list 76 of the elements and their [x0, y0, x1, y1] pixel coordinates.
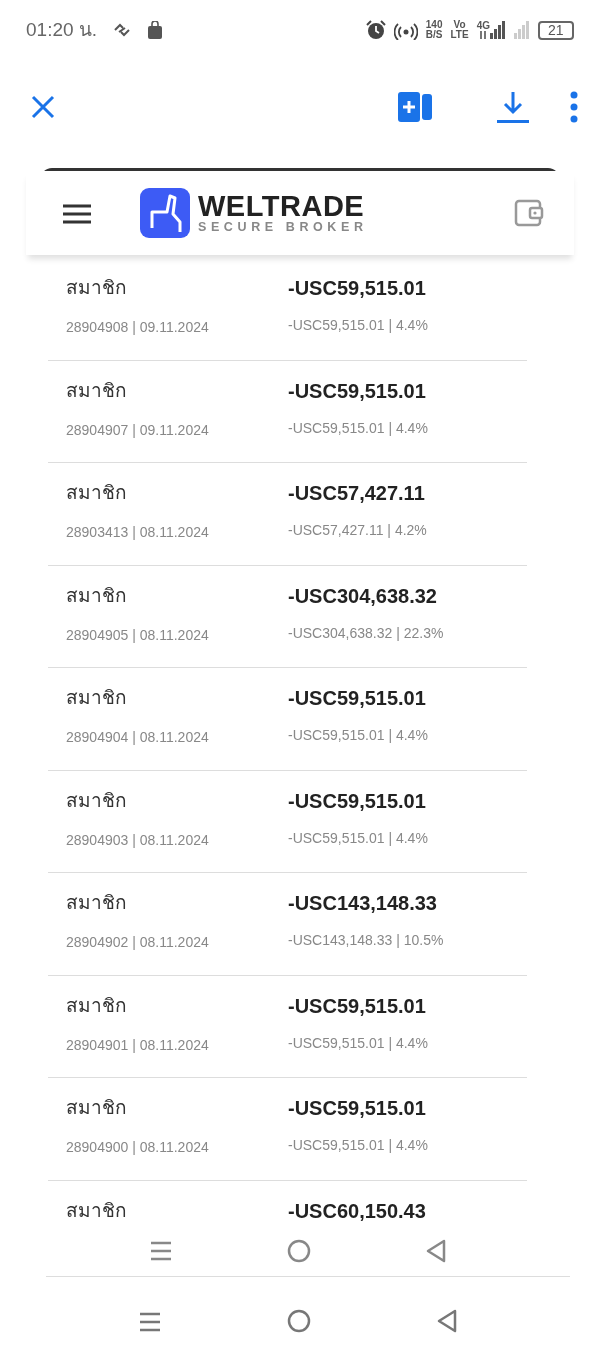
recents-icon — [150, 1241, 172, 1262]
amount-text: -USC59,515.01 — [288, 788, 426, 814]
hotspot-icon — [393, 20, 418, 40]
clock-time: 01:20 น. — [26, 17, 98, 42]
shopping-bag-icon — [147, 21, 164, 39]
wallet-button[interactable] — [514, 199, 544, 227]
amount-text: -USC59,515.01 — [288, 993, 426, 1019]
brand-tagline: SECURE BROKER — [198, 220, 368, 234]
member-label: สมาชิก — [66, 584, 127, 606]
battery-indicator: 21 — [538, 20, 574, 40]
amount-detail: -USC59,515.01 | 4.4% — [288, 1033, 428, 1053]
close-icon — [30, 94, 56, 120]
amount-detail: -USC59,515.01 | 4.4% — [288, 316, 428, 335]
home-button[interactable] — [287, 1238, 311, 1263]
member-label: สมาชิก — [66, 994, 127, 1016]
transaction-id-date: 28904900 | 08.11.2024 — [66, 1139, 209, 1155]
add-page-icon — [398, 92, 432, 122]
transaction-id-date: 28904908 | 09.11.2024 — [66, 319, 209, 335]
volte-label: LTE — [450, 30, 469, 40]
amount-detail: -USC59,515.01 | 4.4% — [288, 726, 428, 745]
amount-text: -USC143,148.33 — [288, 891, 437, 916]
amount-detail: -USC59,515.01 | 4.4% — [288, 1136, 428, 1155]
transaction-id-date: 28904907 | 09.11.2024 — [66, 421, 209, 438]
transaction-id-date: 28904902 | 08.11.2024 — [66, 934, 209, 950]
member-label: สมาชิก — [66, 379, 127, 401]
data-arrows-icon — [478, 31, 489, 39]
back-button[interactable] — [426, 1238, 446, 1263]
download-button[interactable] — [496, 90, 530, 124]
network-speed: 140 — [425, 20, 443, 30]
transaction-id-date: 28904903 | 08.11.2024 — [66, 831, 209, 848]
signal-icon — [490, 21, 506, 39]
amount-text: -USC304,638.32 — [288, 583, 437, 609]
alarm-icon — [365, 20, 386, 40]
member-label: สมาชิก — [66, 482, 127, 503]
logo-icon — [140, 188, 190, 238]
transaction-id-date: 28903413 | 08.11.2024 — [66, 524, 209, 540]
home-icon — [287, 1238, 311, 1263]
amount-text: -USC59,515.01 — [288, 378, 426, 404]
amount-text: -USC60,150.43 — [288, 1198, 426, 1224]
amount-text: -USC59,515.01 — [288, 276, 426, 301]
transaction-id-date: 28904904 | 08.11.2024 — [66, 729, 209, 745]
amount-text: -USC59,515.01 — [288, 686, 426, 711]
back-icon — [437, 1309, 457, 1334]
back-icon — [426, 1238, 446, 1263]
close-button[interactable] — [30, 94, 56, 120]
member-label: สมาชิก — [66, 1097, 127, 1118]
home-icon — [287, 1309, 311, 1334]
transaction-id-date: 28904905 | 08.11.2024 — [66, 626, 209, 643]
member-label: สมาชิก — [66, 277, 127, 298]
signal-icon — [514, 21, 530, 39]
network-type: 4G — [476, 21, 490, 31]
recents-icon — [139, 1311, 161, 1332]
amount-text: -USC57,427.11 — [288, 481, 425, 506]
download-icon — [496, 90, 530, 124]
amount-detail: -USC59,515.01 | 4.4% — [288, 828, 428, 848]
more-options-button[interactable] — [570, 91, 578, 123]
back-button[interactable] — [437, 1308, 457, 1334]
menu-icon — [62, 202, 92, 225]
amount-detail: -USC304,638.32 | 22.3% — [288, 623, 444, 643]
wallet-icon — [514, 199, 544, 227]
amount-text: -USC59,515.01 — [288, 1096, 426, 1121]
amount-detail: -USC57,427.11 | 4.2% — [288, 521, 427, 540]
home-button[interactable] — [287, 1308, 311, 1334]
add-page-button[interactable] — [398, 92, 432, 122]
more-icon — [570, 91, 578, 123]
link-icon — [113, 23, 132, 37]
transaction-id-date: 28904901 | 08.11.2024 — [66, 1036, 209, 1053]
volte-label: Vo — [452, 20, 467, 30]
amount-detail: -USC59,515.01 | 4.4% — [288, 418, 428, 438]
member-label: สมาชิก — [66, 1199, 127, 1221]
speed-unit: B/S — [425, 30, 443, 40]
member-label: สมาชิก — [66, 789, 127, 811]
amount-detail: -USC143,148.33 | 10.5% — [288, 931, 444, 950]
member-label: สมาชิก — [66, 687, 127, 708]
member-label: สมาชิก — [66, 892, 127, 913]
brand-name: WELTRADE — [198, 192, 366, 220]
